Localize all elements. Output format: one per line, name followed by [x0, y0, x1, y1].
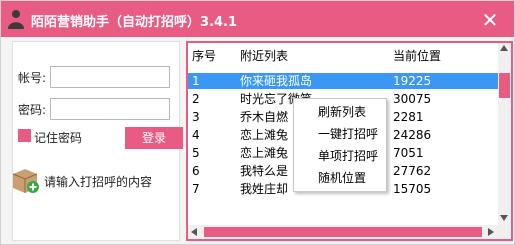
table-row[interactable]: 1 你来砸我孤岛 19225: [188, 73, 498, 89]
remember-password-checkbox[interactable]: [18, 129, 31, 142]
column-header-nearby[interactable]: 附近列表: [240, 47, 288, 65]
row-index: 3: [192, 110, 200, 124]
scroll-up-arrow-icon[interactable]: [500, 45, 508, 51]
vertical-scroll-thumb[interactable]: [499, 73, 510, 98]
remember-password-label: 记住密码: [34, 131, 83, 145]
row-location: 27762: [393, 164, 432, 178]
account-input[interactable]: [50, 66, 170, 88]
row-name: 恋上滩兔: [240, 146, 289, 160]
scroll-down-arrow-icon[interactable]: [500, 215, 508, 221]
login-panel: 帐号: 密码: 记住密码 登录 请输入打招呼的内容: [9, 41, 183, 241]
row-location: 7051: [393, 146, 424, 160]
row-index: 7: [192, 182, 200, 196]
account-label: 帐号:: [18, 71, 47, 85]
greeting-content-label[interactable]: 请输入打招呼的内容: [44, 173, 152, 190]
row-name: 恋上滩兔: [240, 128, 289, 142]
person-silhouette-icon: [8, 10, 24, 29]
scroll-left-arrow-icon[interactable]: [191, 228, 197, 236]
row-name: 我姓庄却: [240, 182, 289, 196]
window-title: 陌陌营销助手（自动打招呼）3.4.1: [31, 15, 238, 30]
row-index: 5: [192, 146, 200, 160]
scroll-right-arrow-icon[interactable]: [488, 228, 494, 236]
menu-item-refresh-list[interactable]: 刷新列表: [318, 102, 366, 122]
row-name: 我特么是: [240, 164, 289, 178]
password-label: 密码:: [18, 103, 47, 117]
main-window: 陌陌营销助手（自动打招呼）3.4.1 ✕ 帐号: 密码: 记住密码 登录 请输入…: [0, 0, 515, 245]
column-header-location[interactable]: 当前位置: [393, 47, 441, 65]
row-index: 6: [192, 164, 200, 178]
close-icon: ✕: [481, 8, 499, 32]
menu-item-greet-all[interactable]: 一键打招呼: [318, 124, 378, 144]
horizontal-scrollbar[interactable]: [188, 225, 498, 239]
login-button[interactable]: 登录: [125, 127, 183, 149]
horizontal-scroll-thumb[interactable]: [204, 227, 482, 237]
row-location: 15705: [393, 182, 432, 196]
scrollbar-corner: [498, 225, 511, 239]
vertical-scrollbar[interactable]: [498, 43, 511, 225]
row-name: 你来砸我孤岛: [240, 74, 313, 88]
password-input[interactable]: [50, 98, 170, 120]
context-menu: 刷新列表 一键打招呼 单项打招呼 随机位置: [293, 98, 387, 192]
menu-item-greet-single[interactable]: 单项打招呼: [318, 146, 378, 166]
row-index: 2: [192, 92, 200, 106]
row-index: 4: [192, 128, 200, 142]
row-location: 30075: [393, 92, 432, 106]
package-add-icon[interactable]: [9, 164, 41, 196]
row-location: 24286: [393, 128, 432, 142]
table-header: 序号 附近列表 当前位置: [188, 47, 498, 65]
row-location: 19225: [393, 74, 432, 88]
column-header-index[interactable]: 序号: [192, 47, 216, 65]
menu-item-random-location[interactable]: 随机位置: [318, 168, 366, 188]
row-index: 1: [192, 74, 200, 88]
close-button[interactable]: ✕: [479, 9, 501, 31]
title-bar[interactable]: 陌陌营销助手（自动打招呼）3.4.1 ✕: [1, 1, 514, 37]
row-location: 2281: [393, 110, 424, 124]
row-name: 乔木自燃: [240, 110, 289, 124]
